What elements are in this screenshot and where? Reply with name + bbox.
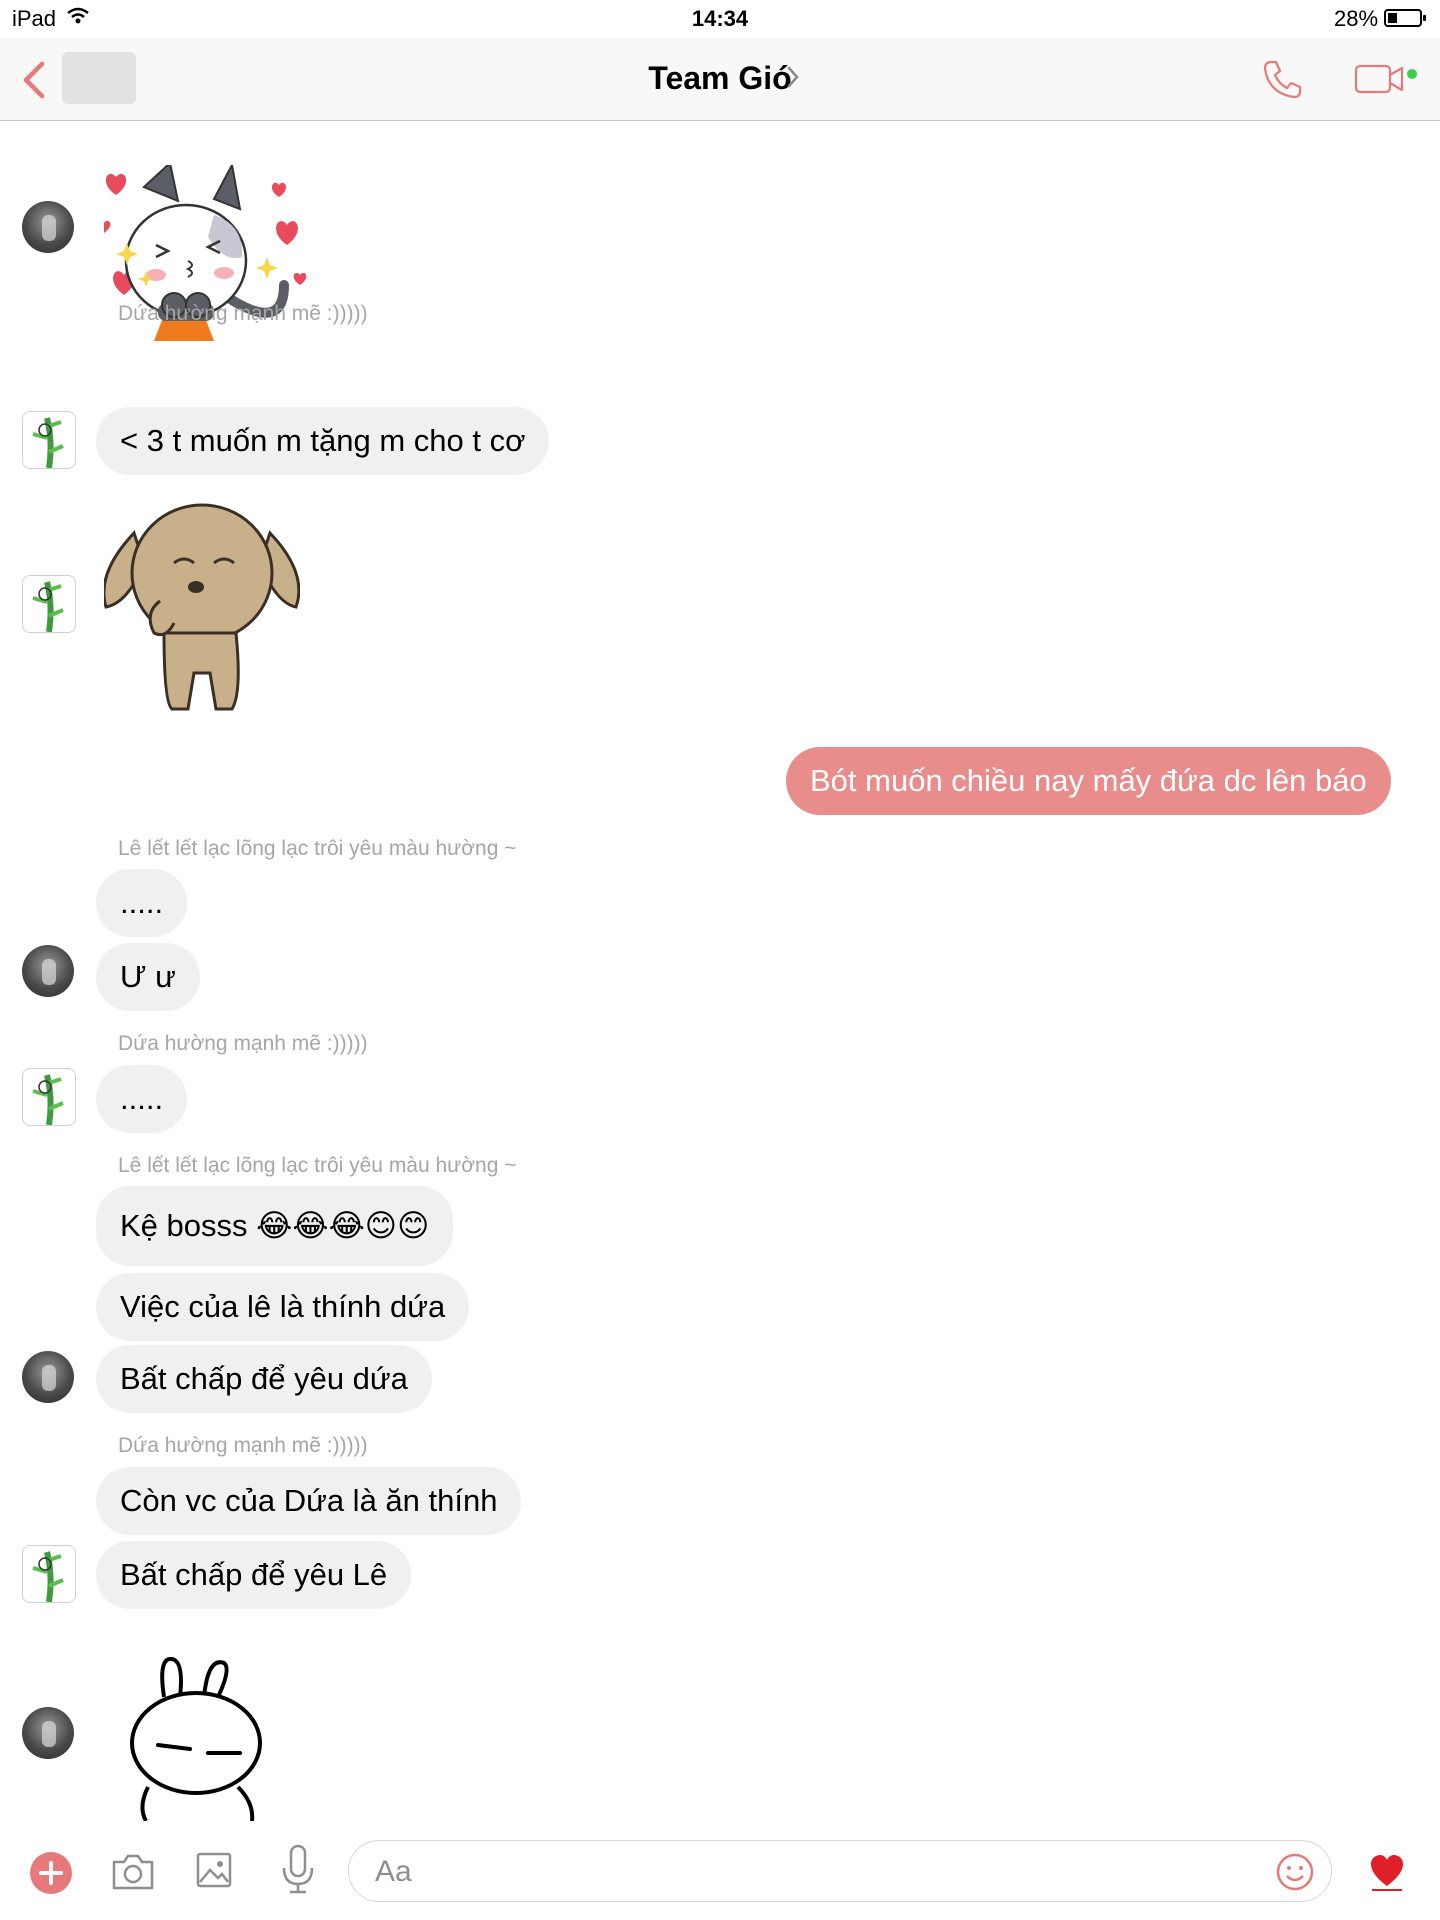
status-bar: iPad 14:34 28% <box>0 0 1440 38</box>
microphone-icon[interactable] <box>280 1844 316 1901</box>
avatar[interactable] <box>22 575 76 633</box>
message-input-placeholder: Aa <box>375 1855 412 1888</box>
video-call-icon[interactable] <box>1354 62 1420 101</box>
conversation-title[interactable]: Team Gió <box>0 60 1440 97</box>
plus-icon[interactable] <box>30 1852 72 1899</box>
battery-percent: 28% <box>1334 6 1379 31</box>
message-bubble[interactable]: Còn vc của Dứa là ăn thính <box>96 1467 522 1535</box>
message-bubble[interactable]: Bất chấp để yêu dứa <box>96 1345 432 1413</box>
avatar[interactable] <box>22 411 76 469</box>
dog-blow-kiss-sticker[interactable] <box>102 503 301 720</box>
avatar[interactable] <box>22 945 74 997</box>
emoji-icon[interactable] <box>1275 1852 1315 1897</box>
composer-bar: Aa <box>0 1822 1440 1920</box>
message-bubble[interactable]: ..... <box>96 869 188 937</box>
message-input[interactable]: Aa <box>348 1840 1332 1902</box>
chevron-right-icon[interactable] <box>786 64 800 95</box>
sender-name: Dứa hường mạnh mẽ :))))) <box>118 302 368 325</box>
avatar[interactable] <box>22 1351 74 1403</box>
message-list[interactable]: Dứa hường mạnh mẽ :))))) < 3 t muốn m tặ… <box>0 121 1440 1822</box>
message-bubble[interactable]: < 3 t muốn m tặng m cho t cơ <box>96 407 550 475</box>
message-bubble[interactable]: Bất chấp để yêu Lê <box>96 1541 412 1609</box>
avatar[interactable] <box>22 201 74 253</box>
sender-name: Lê lết lết lạc lõng lạc trôi yêu màu hườ… <box>118 837 517 860</box>
photo-icon[interactable] <box>196 1850 232 1895</box>
avatar[interactable] <box>22 1068 76 1126</box>
bunny-sticker[interactable] <box>128 1656 278 1826</box>
avatar[interactable] <box>22 1545 76 1603</box>
conversation-header: Team Gió <box>0 38 1440 121</box>
sender-name: Dứa hường mạnh mẽ :))))) <box>118 1032 368 1055</box>
sender-name: Lê lết lết lạc lõng lạc trôi yêu màu hườ… <box>118 1154 517 1177</box>
message-bubble[interactable]: ..... <box>96 1065 188 1133</box>
battery-icon <box>1384 9 1426 27</box>
outgoing-message-bubble[interactable]: Bót muốn chiều nay mấy đứa dc lên báo <box>786 747 1391 815</box>
camera-icon[interactable] <box>110 1852 156 1897</box>
sender-name: Dứa hường mạnh mẽ :))))) <box>118 1434 368 1457</box>
message-bubble[interactable]: Ư ư <box>96 943 200 1011</box>
message-bubble[interactable]: Việc của lê là thính dứa <box>96 1273 470 1341</box>
clock: 14:34 <box>691 6 749 31</box>
heart-like-icon[interactable] <box>1366 1848 1408 1897</box>
avatar[interactable] <box>22 1707 74 1759</box>
message-bubble[interactable]: Kệ bosss 😂😂😂😊😊 <box>96 1186 454 1266</box>
phone-call-icon[interactable] <box>1262 58 1304 105</box>
